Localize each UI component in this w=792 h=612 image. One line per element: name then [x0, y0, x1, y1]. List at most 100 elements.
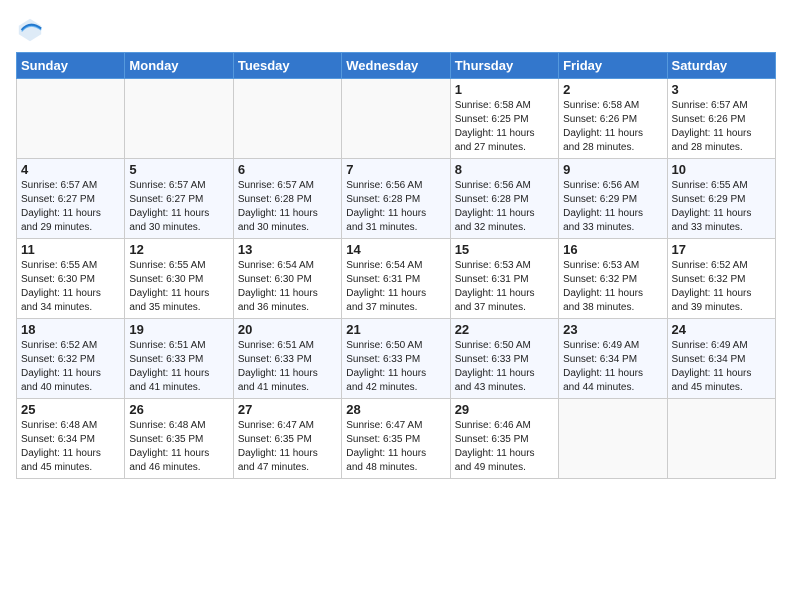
- day-number: 23: [563, 322, 662, 337]
- calendar-week-row: 18 Sunrise: 6:52 AM Sunset: 6:32 PM Dayli…: [17, 319, 776, 399]
- calendar-cell: 16 Sunrise: 6:53 AM Sunset: 6:32 PM Dayli…: [559, 239, 667, 319]
- day-number: 21: [346, 322, 445, 337]
- day-number: 7: [346, 162, 445, 177]
- calendar-cell: 4 Sunrise: 6:57 AM Sunset: 6:27 PM Daylig…: [17, 159, 125, 239]
- calendar-cell: 12Sunrise: 6:55 AM Sunset: 6:30 PM Dayli…: [125, 239, 233, 319]
- calendar-cell: [233, 79, 341, 159]
- day-number: 16: [563, 242, 662, 257]
- day-info: Sunrise: 6:58 AM Sunset: 6:26 PM Dayligh…: [563, 99, 662, 155]
- day-info: Sunrise: 6:56 AM Sunset: 6:29 PM Dayligh…: [563, 179, 662, 235]
- day-info: Sunrise: 6:54 AM Sunset: 6:30 PM Dayligh…: [238, 259, 337, 315]
- calendar-cell: 9 Sunrise: 6:56 AM Sunset: 6:29 PM Daylig…: [559, 159, 667, 239]
- day-number: 2: [563, 82, 662, 97]
- day-info: Sunrise: 6:54 AM Sunset: 6:31 PM Dayligh…: [346, 259, 445, 315]
- day-number: 29: [455, 402, 554, 417]
- day-info: Sunrise: 6:58 AM Sunset: 6:25 PM Dayligh…: [455, 99, 554, 155]
- day-info: Sunrise: 6:50 AM Sunset: 6:33 PM Dayligh…: [455, 339, 554, 395]
- calendar: SundayMondayTuesdayWednesdayThursdayFrid…: [16, 52, 776, 479]
- day-number: 9: [563, 162, 662, 177]
- day-number: 10: [672, 162, 771, 177]
- day-info: Sunrise: 6:51 AM Sunset: 6:33 PM Dayligh…: [129, 339, 228, 395]
- day-info: Sunrise: 6:55 AM Sunset: 6:30 PM Dayligh…: [129, 259, 228, 315]
- day-number: 3: [672, 82, 771, 97]
- day-number: 22: [455, 322, 554, 337]
- day-number: 1: [455, 82, 554, 97]
- calendar-cell: 11 Sunrise: 6:55 AM Sunset: 6:30 PM Dayli…: [17, 239, 125, 319]
- day-info: Sunrise: 6:57 AM Sunset: 6:28 PM Dayligh…: [238, 179, 337, 235]
- calendar-week-row: 11 Sunrise: 6:55 AM Sunset: 6:30 PM Dayli…: [17, 239, 776, 319]
- day-info: Sunrise: 6:57 AM Sunset: 6:26 PM Dayligh…: [672, 99, 771, 155]
- calendar-cell: 20 Sunrise: 6:51 AM Sunset: 6:33 PM Dayli…: [233, 319, 341, 399]
- calendar-cell: 22 Sunrise: 6:50 AM Sunset: 6:33 PM Dayli…: [450, 319, 558, 399]
- weekday-header: Friday: [559, 53, 667, 79]
- calendar-cell: [667, 399, 775, 479]
- day-info: Sunrise: 6:47 AM Sunset: 6:35 PM Dayligh…: [238, 419, 337, 475]
- day-info: Sunrise: 6:46 AM Sunset: 6:35 PM Dayligh…: [455, 419, 554, 475]
- weekday-header: Saturday: [667, 53, 775, 79]
- day-number: 14: [346, 242, 445, 257]
- weekday-header: Tuesday: [233, 53, 341, 79]
- day-info: Sunrise: 6:48 AM Sunset: 6:34 PM Dayligh…: [21, 419, 120, 475]
- calendar-cell: [17, 79, 125, 159]
- weekday-header-row: SundayMondayTuesdayWednesdayThursdayFrid…: [17, 53, 776, 79]
- calendar-cell: 10 Sunrise: 6:55 AM Sunset: 6:29 PM Dayli…: [667, 159, 775, 239]
- day-number: 25: [21, 402, 120, 417]
- weekday-header: Thursday: [450, 53, 558, 79]
- header: [16, 16, 776, 44]
- weekday-header: Monday: [125, 53, 233, 79]
- day-info: Sunrise: 6:56 AM Sunset: 6:28 PM Dayligh…: [346, 179, 445, 235]
- calendar-cell: 13 Sunrise: 6:54 AM Sunset: 6:30 PM Dayli…: [233, 239, 341, 319]
- day-info: Sunrise: 6:57 AM Sunset: 6:27 PM Dayligh…: [129, 179, 228, 235]
- day-number: 28: [346, 402, 445, 417]
- day-number: 20: [238, 322, 337, 337]
- day-info: Sunrise: 6:56 AM Sunset: 6:28 PM Dayligh…: [455, 179, 554, 235]
- calendar-cell: 19 Sunrise: 6:51 AM Sunset: 6:33 PM Dayli…: [125, 319, 233, 399]
- calendar-cell: 1 Sunrise: 6:58 AM Sunset: 6:25 PM Daylig…: [450, 79, 558, 159]
- day-info: Sunrise: 6:53 AM Sunset: 6:32 PM Dayligh…: [563, 259, 662, 315]
- calendar-week-row: 25 Sunrise: 6:48 AM Sunset: 6:34 PM Dayli…: [17, 399, 776, 479]
- calendar-cell: 8 Sunrise: 6:56 AM Sunset: 6:28 PM Daylig…: [450, 159, 558, 239]
- day-info: Sunrise: 6:53 AM Sunset: 6:31 PM Dayligh…: [455, 259, 554, 315]
- day-number: 19: [129, 322, 228, 337]
- day-number: 24: [672, 322, 771, 337]
- day-number: 6: [238, 162, 337, 177]
- day-info: Sunrise: 6:51 AM Sunset: 6:33 PM Dayligh…: [238, 339, 337, 395]
- day-info: Sunrise: 6:57 AM Sunset: 6:27 PM Dayligh…: [21, 179, 120, 235]
- day-number: 26: [129, 402, 228, 417]
- day-info: Sunrise: 6:55 AM Sunset: 6:29 PM Dayligh…: [672, 179, 771, 235]
- calendar-cell: 28 Sunrise: 6:47 AM Sunset: 6:35 PM Dayli…: [342, 399, 450, 479]
- calendar-cell: 7 Sunrise: 6:56 AM Sunset: 6:28 PM Daylig…: [342, 159, 450, 239]
- day-number: 4: [21, 162, 120, 177]
- calendar-cell: 15 Sunrise: 6:53 AM Sunset: 6:31 PM Dayli…: [450, 239, 558, 319]
- day-number: 11: [21, 242, 120, 257]
- calendar-week-row: 4 Sunrise: 6:57 AM Sunset: 6:27 PM Daylig…: [17, 159, 776, 239]
- day-info: Sunrise: 6:52 AM Sunset: 6:32 PM Dayligh…: [21, 339, 120, 395]
- day-number: 8: [455, 162, 554, 177]
- day-info: Sunrise: 6:50 AM Sunset: 6:33 PM Dayligh…: [346, 339, 445, 395]
- calendar-cell: 17Sunrise: 6:52 AM Sunset: 6:32 PM Dayli…: [667, 239, 775, 319]
- calendar-cell: 5 Sunrise: 6:57 AM Sunset: 6:27 PM Daylig…: [125, 159, 233, 239]
- logo: [16, 16, 46, 44]
- day-number: 18: [21, 322, 120, 337]
- calendar-cell: 29 Sunrise: 6:46 AM Sunset: 6:35 PM Dayli…: [450, 399, 558, 479]
- calendar-cell: 14 Sunrise: 6:54 AM Sunset: 6:31 PM Dayli…: [342, 239, 450, 319]
- calendar-cell: 24 Sunrise: 6:49 AM Sunset: 6:34 PM Dayli…: [667, 319, 775, 399]
- calendar-cell: [125, 79, 233, 159]
- day-number: 17: [672, 242, 771, 257]
- calendar-cell: 27 Sunrise: 6:47 AM Sunset: 6:35 PM Dayli…: [233, 399, 341, 479]
- calendar-cell: 21 Sunrise: 6:50 AM Sunset: 6:33 PM Dayli…: [342, 319, 450, 399]
- day-number: 13: [238, 242, 337, 257]
- calendar-cell: 6 Sunrise: 6:57 AM Sunset: 6:28 PM Daylig…: [233, 159, 341, 239]
- weekday-header: Sunday: [17, 53, 125, 79]
- calendar-cell: 25 Sunrise: 6:48 AM Sunset: 6:34 PM Dayli…: [17, 399, 125, 479]
- calendar-cell: 23Sunrise: 6:49 AM Sunset: 6:34 PM Dayli…: [559, 319, 667, 399]
- day-number: 15: [455, 242, 554, 257]
- day-info: Sunrise: 6:55 AM Sunset: 6:30 PM Dayligh…: [21, 259, 120, 315]
- day-number: 5: [129, 162, 228, 177]
- day-info: Sunrise: 6:49 AM Sunset: 6:34 PM Dayligh…: [672, 339, 771, 395]
- day-info: Sunrise: 6:47 AM Sunset: 6:35 PM Dayligh…: [346, 419, 445, 475]
- calendar-cell: [559, 399, 667, 479]
- logo-icon: [16, 16, 44, 44]
- day-number: 27: [238, 402, 337, 417]
- weekday-header: Wednesday: [342, 53, 450, 79]
